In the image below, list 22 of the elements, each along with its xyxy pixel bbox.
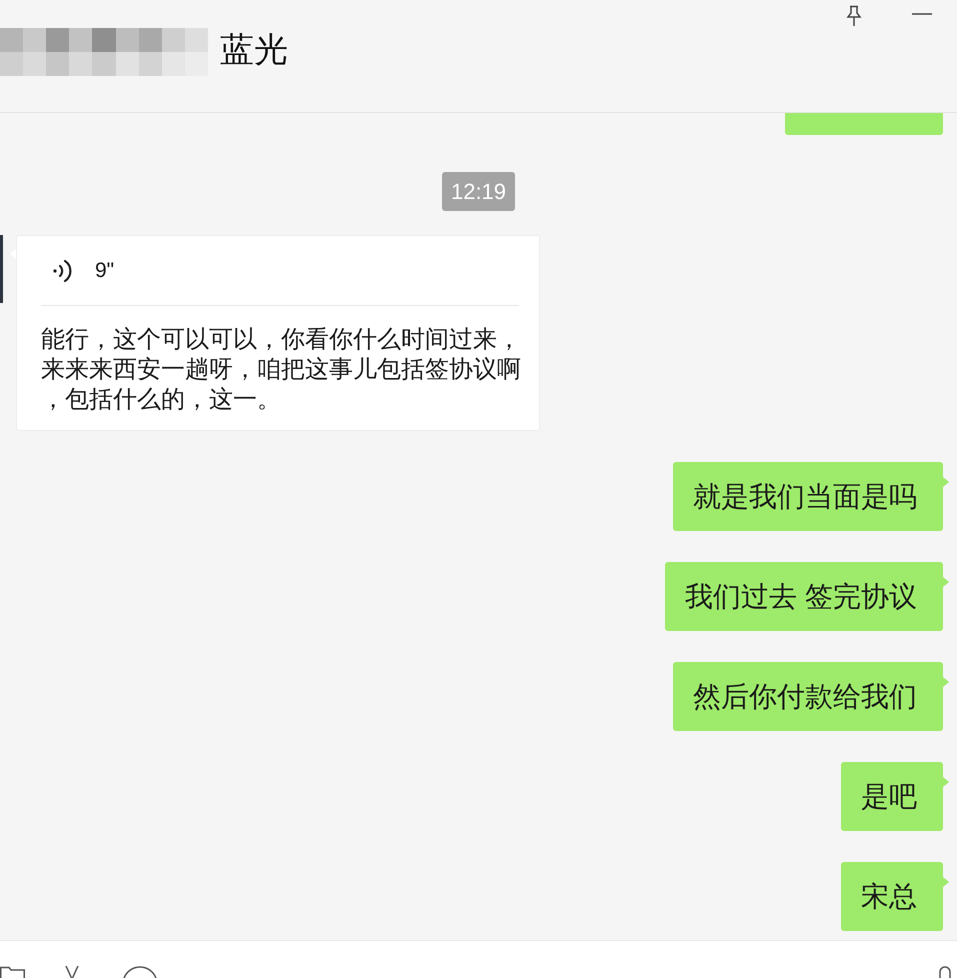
minimize-icon[interactable] — [912, 13, 932, 15]
folder-icon[interactable] — [0, 966, 25, 978]
bubble-tail-icon — [943, 577, 949, 587]
scissors-icon[interactable] — [65, 966, 79, 978]
bubble-tail-icon — [943, 477, 949, 487]
microphone-icon[interactable] — [939, 966, 951, 978]
message-bubble: 宋总 — [841, 862, 943, 931]
chat-title: 蓝光 — [220, 30, 288, 71]
timestamp: 12:19 — [442, 172, 516, 211]
message-bubble: 是吧 — [841, 762, 943, 831]
bubble-tail-icon — [943, 677, 949, 687]
message-bubble: 然后你付款给我们 — [673, 662, 943, 731]
pin-icon[interactable] — [846, 5, 862, 27]
voice-wave-icon — [52, 258, 72, 282]
voice-message-card[interactable]: 9" 能行，这个可以可以，你看你什么时间过来，来来来西安一趟呀，咱把这事儿包括签协议啊，包括什么的，这一。 — [16, 235, 540, 431]
voice-transcript: 能行，这个可以可以，你看你什么时间过来，来来来西安一趟呀，咱把这事儿包括签协议啊，包括什么的，这一。 — [41, 325, 522, 415]
message-bubble: 就是我们当面是吗 — [673, 462, 943, 531]
bubble-tail-icon — [943, 777, 949, 787]
voice-duration: 9" — [95, 258, 114, 284]
avatar — [0, 235, 3, 303]
bubble-tail-icon — [943, 877, 949, 887]
message-bubble: 我们过去 签完协议 — [665, 562, 943, 631]
